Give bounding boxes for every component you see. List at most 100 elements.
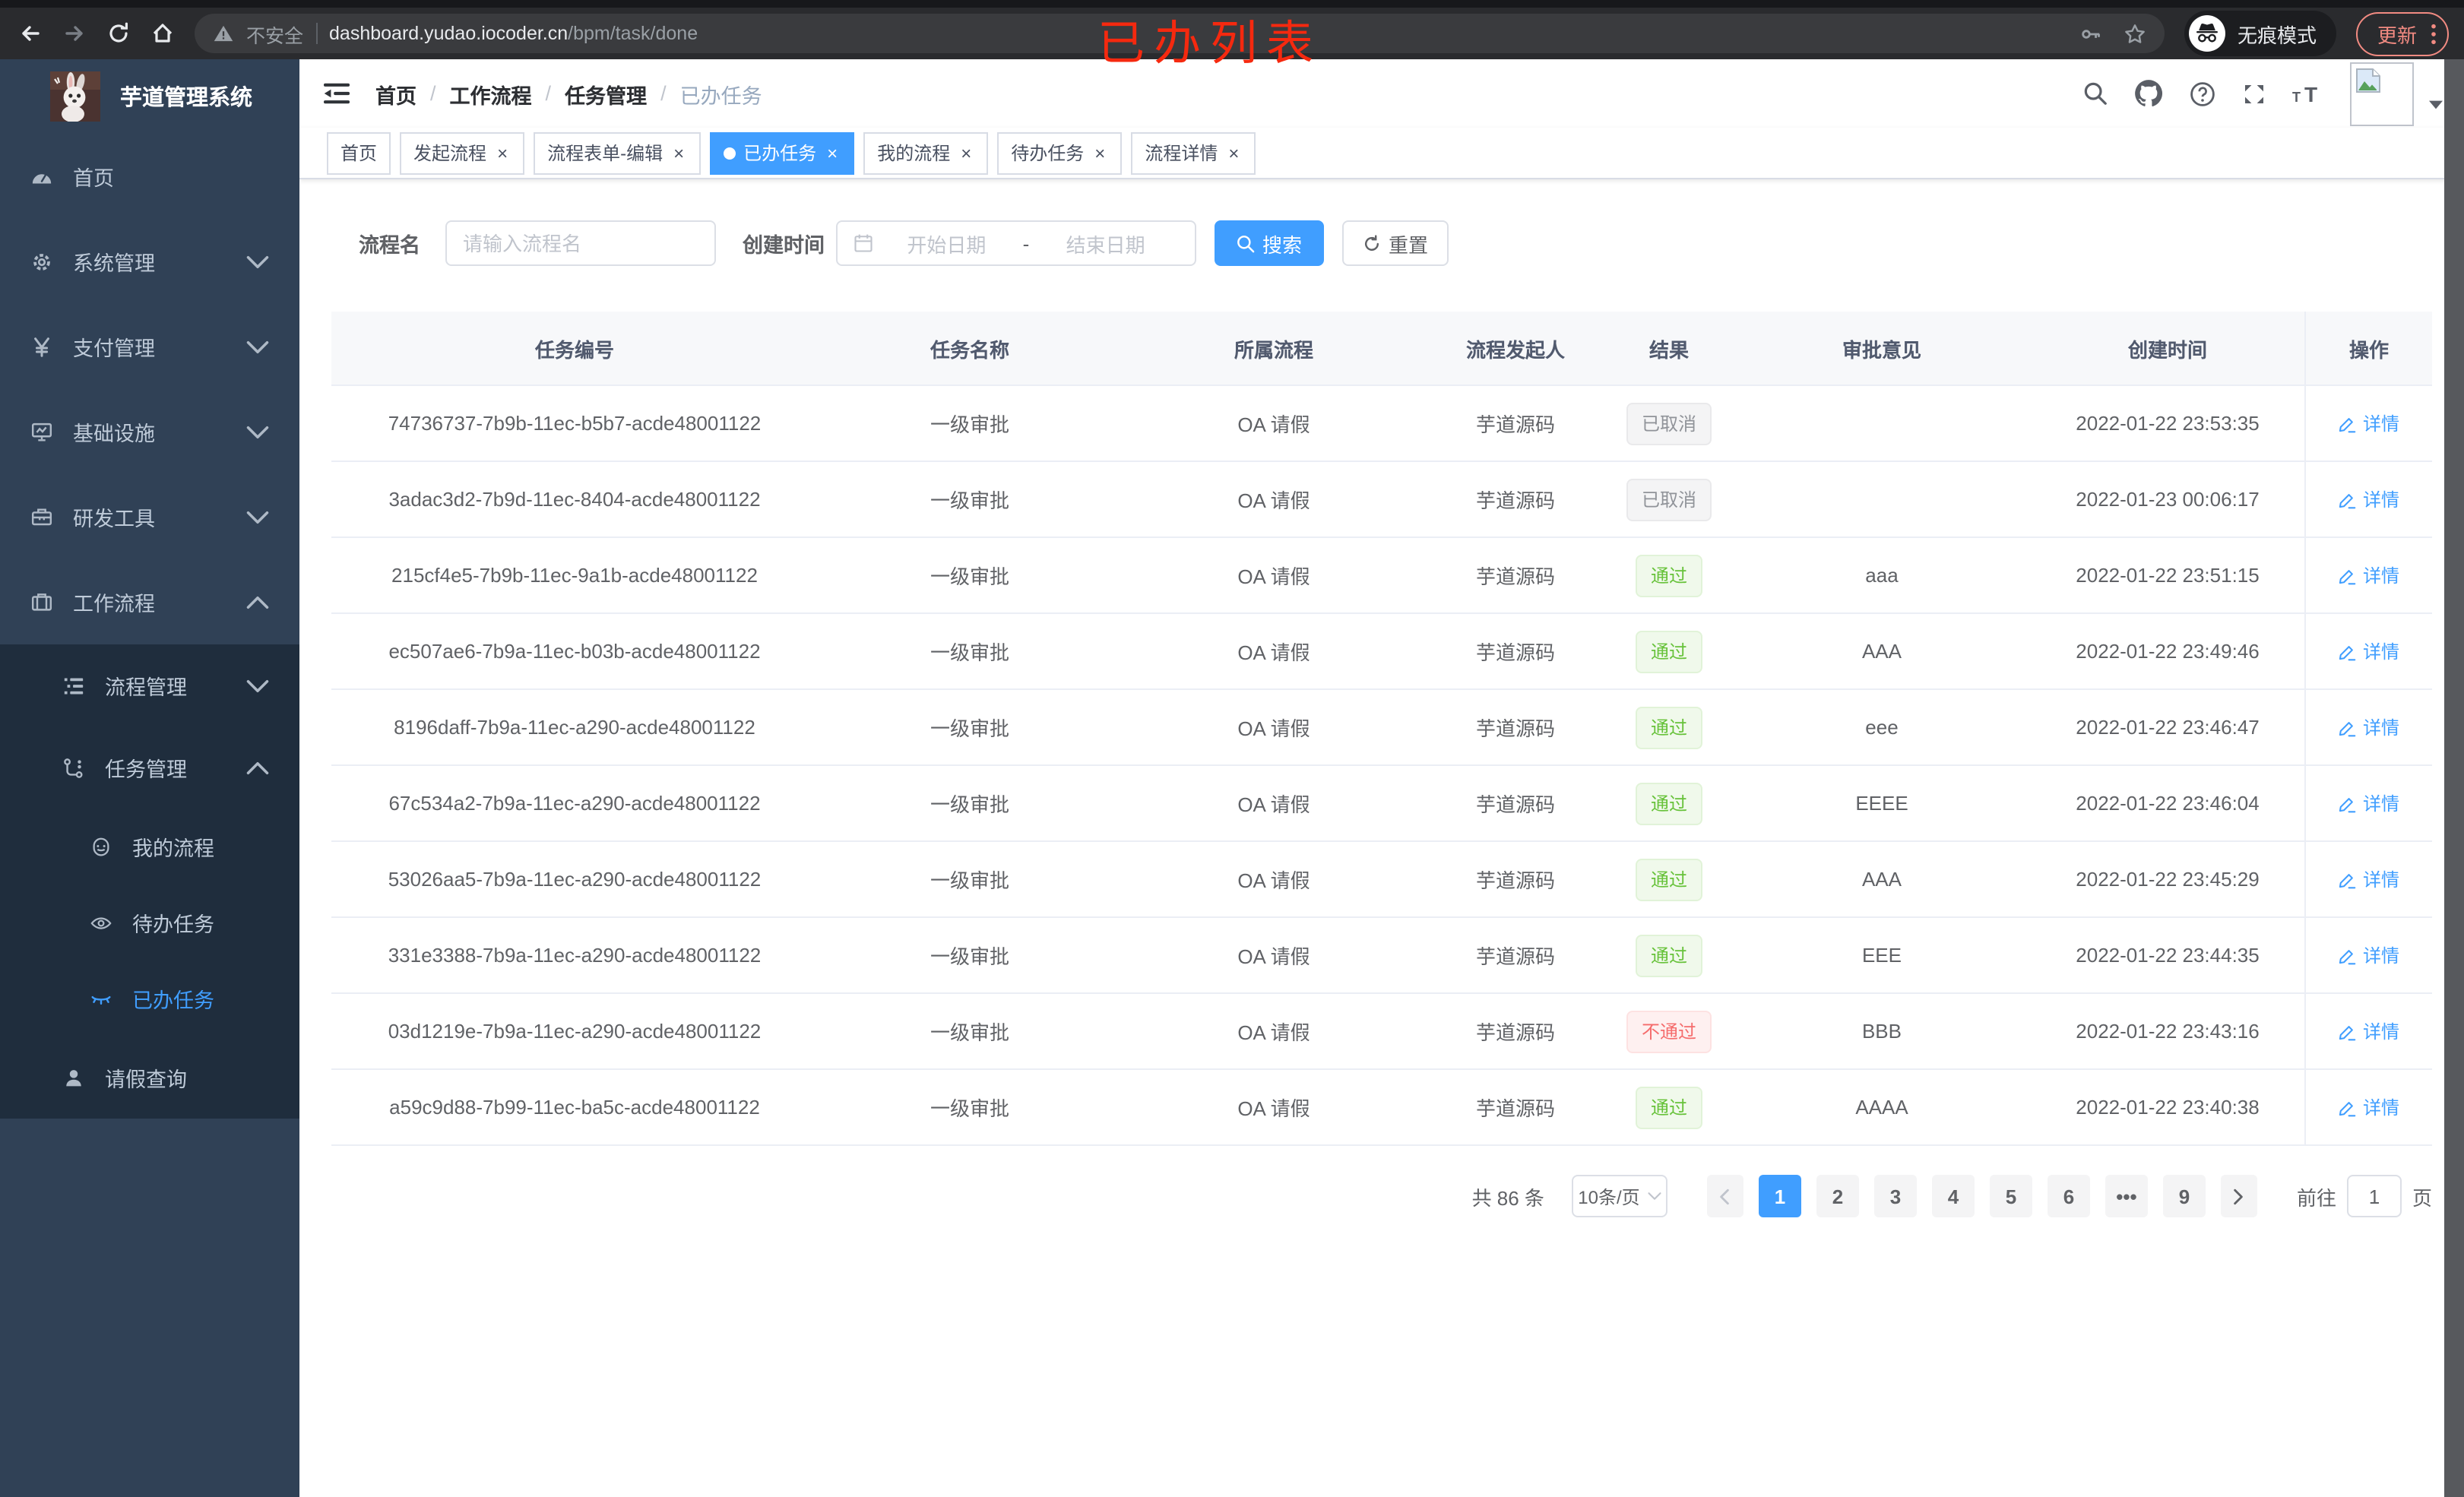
- sidebar-logo[interactable]: 芋道管理系统: [0, 59, 299, 134]
- detail-button[interactable]: 详情: [2339, 1094, 2399, 1120]
- tab-close-icon[interactable]: ×: [824, 142, 841, 163]
- sidebar-item-工作流程[interactable]: 工作流程: [0, 559, 299, 644]
- eye-icon: [90, 911, 112, 934]
- tab-流程详情[interactable]: 流程详情 ×: [1131, 131, 1256, 174]
- detail-button[interactable]: 详情: [2339, 790, 2399, 816]
- date-range-picker[interactable]: 开始日期 - 结束日期: [835, 220, 1196, 266]
- edit-icon: [2339, 642, 2357, 660]
- tab-close-icon[interactable]: ×: [1225, 142, 1242, 163]
- pager-page-3[interactable]: 3: [1873, 1175, 1917, 1217]
- font-size-icon[interactable]: TT: [2292, 81, 2324, 106]
- sidebar-item-基础设施[interactable]: 基础设施: [0, 389, 299, 474]
- reload-icon[interactable]: [106, 21, 131, 46]
- pager-more-button[interactable]: •••: [2105, 1175, 2148, 1217]
- tab-close-icon[interactable]: ×: [958, 142, 974, 163]
- sidebar-item-流程管理[interactable]: 流程管理: [0, 644, 299, 726]
- sidebar-item-研发工具[interactable]: 研发工具: [0, 474, 299, 559]
- cell-comment: aaa: [1865, 564, 1899, 587]
- pager-page-9[interactable]: 9: [2162, 1175, 2206, 1217]
- pager-page-2[interactable]: 2: [1816, 1175, 1859, 1217]
- forward-icon[interactable]: [62, 21, 87, 46]
- reset-button[interactable]: 重置: [1341, 220, 1449, 266]
- goto-page-input[interactable]: [2346, 1175, 2402, 1217]
- sidebar-item-我的流程[interactable]: 我的流程: [0, 809, 299, 885]
- column-header: 操作: [2304, 312, 2432, 385]
- search-button-label: 搜索: [1262, 233, 1303, 256]
- sidebar-item-任务管理[interactable]: 任务管理: [0, 726, 299, 809]
- page-size-select[interactable]: 10条/页: [1571, 1175, 1667, 1217]
- pager-prev-button[interactable]: [1706, 1175, 1743, 1217]
- cell-task-id: 03d1219e-7b9a-11ec-a290-acde48001122: [388, 1020, 762, 1043]
- cell-starter: 芋道源码: [1475, 793, 1555, 816]
- tab-label: 首页: [340, 143, 378, 164]
- tab-label: 待办任务: [1011, 143, 1085, 164]
- header-actions: TT: [2082, 62, 2443, 125]
- search-button[interactable]: 搜索: [1214, 220, 1324, 266]
- detail-button[interactable]: 详情: [2339, 1018, 2399, 1044]
- avatar[interactable]: [2350, 62, 2414, 125]
- detail-button[interactable]: 详情: [2339, 410, 2399, 436]
- tab-我的流程[interactable]: 我的流程 ×: [863, 131, 989, 174]
- pager-page-4[interactable]: 4: [1931, 1175, 1975, 1217]
- sidebar-item-首页[interactable]: 首页: [0, 134, 299, 219]
- avatar-caret-icon[interactable]: [2429, 100, 2443, 109]
- logo-rabbit-image: [50, 71, 100, 122]
- result-badge: 通过: [1635, 554, 1702, 597]
- page-scrollbar[interactable]: [2444, 59, 2464, 1497]
- detail-button[interactable]: 详情: [2339, 866, 2399, 892]
- tasks-table: 任务编号 任务名称 所属流程 流程发起人 结果 审批意见 创建时间 操作 74736737-7…: [331, 312, 2432, 1146]
- cell-actions: 详情: [2304, 690, 2432, 764]
- pager-page-5[interactable]: 5: [1989, 1175, 2032, 1217]
- breadcrumb-item[interactable]: 首页: [375, 78, 416, 109]
- annotation-text: 已办列表: [1097, 17, 1322, 70]
- sidebar-item-支付管理[interactable]: 支付管理: [0, 304, 299, 389]
- detail-button[interactable]: 详情: [2339, 486, 2399, 512]
- browser-update-button[interactable]: 更新: [2355, 11, 2449, 55]
- cell-created: 2022-01-22 23:45:29: [2076, 868, 2260, 891]
- sidebar-item-请假查询[interactable]: 请假查询: [0, 1037, 299, 1119]
- sidebar-item-待办任务[interactable]: 待办任务: [0, 885, 299, 961]
- cell-actions: 详情: [2304, 994, 2432, 1068]
- process-name-input[interactable]: [445, 220, 715, 266]
- back-icon[interactable]: [18, 21, 43, 46]
- pager-page-6[interactable]: 6: [2047, 1175, 2090, 1217]
- browser-menu-icon[interactable]: [2431, 22, 2437, 45]
- fullscreen-icon[interactable]: [2242, 81, 2266, 106]
- tab-待办任务[interactable]: 待办任务 ×: [997, 131, 1123, 174]
- bookmark-star-icon[interactable]: [2124, 22, 2146, 45]
- tab-已办任务[interactable]: 已办任务 ×: [710, 131, 855, 174]
- breadcrumb-item[interactable]: 任务管理: [565, 78, 647, 109]
- sidebar-item-已办任务[interactable]: 已办任务: [0, 961, 299, 1037]
- app-header: 首页 / 工作流程 / 任务管理 / 已办任务 TT: [299, 59, 2464, 128]
- breadcrumb-item[interactable]: 工作流程: [450, 78, 532, 109]
- home-icon[interactable]: [150, 21, 175, 46]
- svg-text:T: T: [2292, 89, 2301, 104]
- url-divider: [315, 23, 318, 44]
- tab-发起流程[interactable]: 发起流程 ×: [400, 131, 525, 174]
- tab-流程表单-编辑[interactable]: 流程表单-编辑 ×: [534, 131, 702, 174]
- incognito-label: 无痕模式: [2237, 24, 2317, 46]
- tab-close-icon[interactable]: ×: [1091, 142, 1108, 163]
- detail-button[interactable]: 详情: [2339, 638, 2399, 664]
- cell-created: 2022-01-22 23:46:04: [2076, 792, 2260, 815]
- detail-button[interactable]: 详情: [2339, 714, 2399, 740]
- cell-comment: EEE: [1861, 944, 1902, 967]
- tab-close-icon[interactable]: ×: [494, 142, 511, 163]
- cell-result: 通过: [1605, 614, 1733, 688]
- cell-process: OA 请假: [1237, 565, 1310, 588]
- github-icon[interactable]: [2134, 79, 2163, 108]
- detail-button[interactable]: 详情: [2339, 942, 2399, 968]
- detail-button[interactable]: 详情: [2339, 562, 2399, 588]
- help-icon[interactable]: [2189, 80, 2216, 107]
- eye-closed-icon: [90, 987, 112, 1010]
- sidebar-item-系统管理[interactable]: 系统管理: [0, 219, 299, 304]
- pager-next-button[interactable]: [2220, 1175, 2257, 1217]
- cell-actions: 详情: [2304, 1070, 2432, 1144]
- tab-close-icon[interactable]: ×: [670, 142, 687, 163]
- key-icon[interactable]: [2079, 22, 2102, 45]
- header-search-icon[interactable]: [2082, 81, 2108, 106]
- tab-首页[interactable]: 首页: [327, 131, 391, 174]
- sidebar-collapse-icon[interactable]: [322, 81, 351, 106]
- detail-label: 详情: [2362, 1097, 2399, 1119]
- pager-page-1[interactable]: 1: [1758, 1175, 1801, 1217]
